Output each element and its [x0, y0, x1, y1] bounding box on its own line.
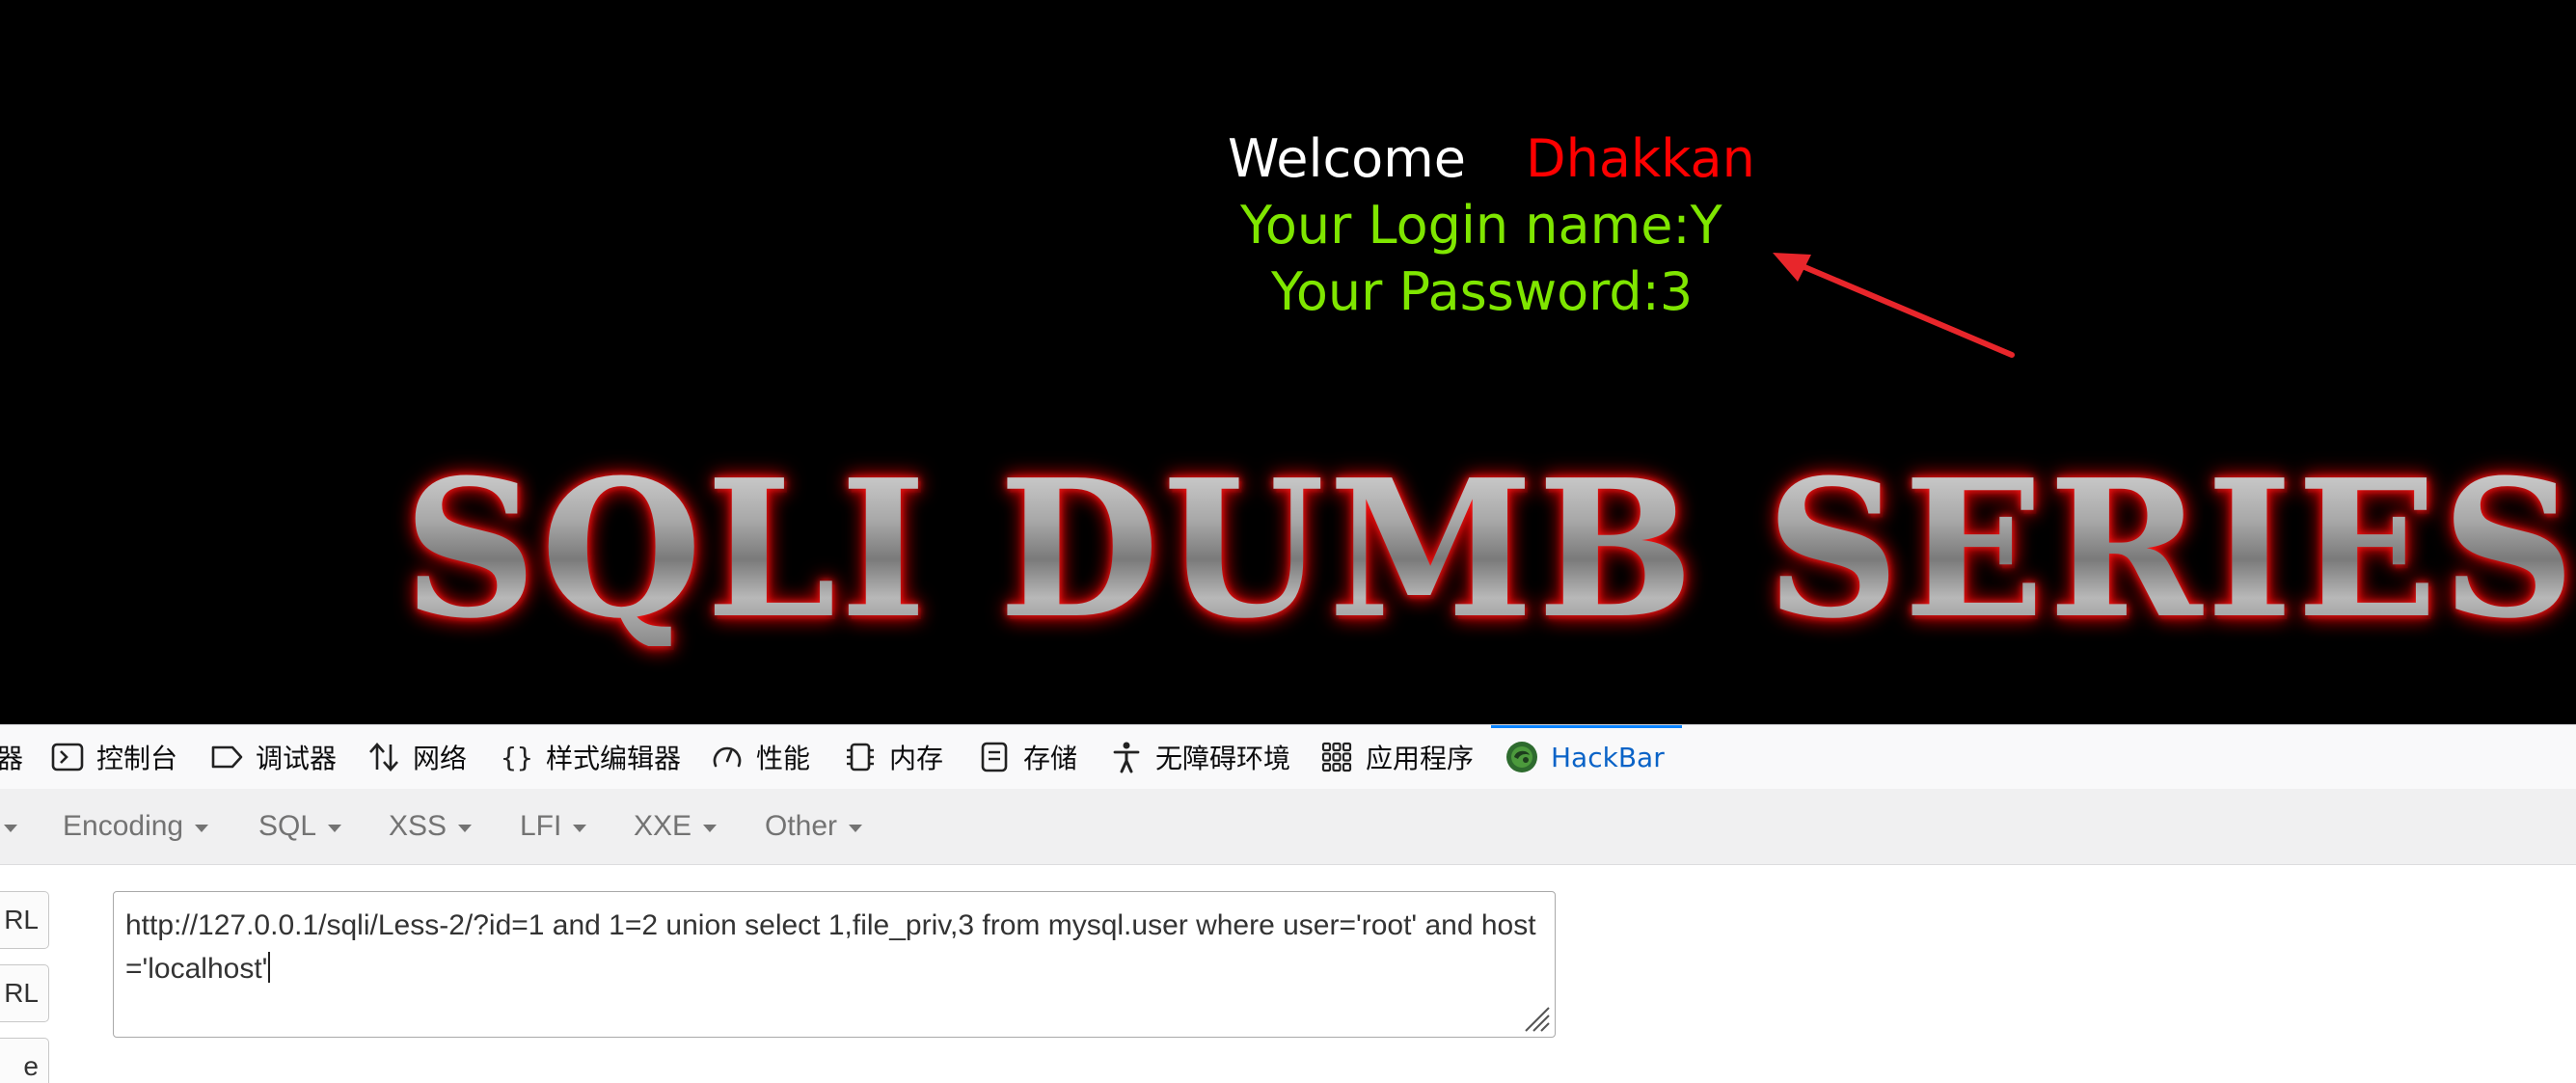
- application-icon: [1319, 740, 1354, 774]
- chevron-down-icon: [458, 825, 473, 832]
- welcome-username: Dhakkan: [1526, 128, 1755, 189]
- menu-other[interactable]: Other: [765, 789, 863, 864]
- tab-hackbar[interactable]: HackBar: [1491, 725, 1682, 789]
- tab-label: HackBar: [1551, 741, 1665, 773]
- sqli-banner: SQLI DUMB SERIES-2: [403, 453, 2576, 646]
- storage-icon: [977, 740, 1012, 774]
- devtools-panel: 器 控制台 调试器 网络 {} 样式编辑器 性能 内存 存储 无障碍环境 应用程…: [0, 724, 2576, 1083]
- tab-label: 控制台: [96, 743, 178, 774]
- menu-xxe[interactable]: XXE: [634, 789, 718, 864]
- password-text: Your Password:3: [1271, 261, 1694, 322]
- tab-network[interactable]: 网络: [366, 725, 467, 789]
- menu-dropdown-partial[interactable]: [0, 789, 17, 864]
- style-editor-icon: {}: [500, 740, 534, 774]
- tab-label: 性能: [756, 743, 811, 774]
- chevron-down-icon: [4, 825, 17, 832]
- tab-application[interactable]: 应用程序: [1319, 725, 1474, 789]
- annotation-arrow-icon: [1773, 253, 2015, 358]
- memory-icon: [843, 740, 878, 774]
- chevron-down-icon: [573, 825, 587, 832]
- menu-label: XXE: [634, 810, 692, 842]
- menu-label: LFI: [520, 810, 562, 842]
- tab-inspector[interactable]: 器: [0, 725, 23, 789]
- menu-label: Other: [765, 810, 838, 842]
- split-url-button[interactable]: RL: [0, 964, 49, 1022]
- tab-label: 调试器: [256, 743, 338, 774]
- hackbar-icon: [1505, 740, 1539, 774]
- tab-storage[interactable]: 存储: [977, 725, 1077, 789]
- tab-label: 应用程序: [1366, 743, 1475, 774]
- chevron-down-icon: [849, 825, 863, 832]
- chevron-down-icon: [195, 825, 209, 832]
- debugger-icon: [209, 740, 244, 774]
- execute-button[interactable]: e: [0, 1038, 49, 1083]
- browser-window: Welcome Dhakkan Your Login name:Y Your Pa…: [0, 0, 2576, 1083]
- tab-console[interactable]: 控制台: [50, 725, 177, 789]
- tab-style-editor[interactable]: {} 样式编辑器: [500, 725, 681, 789]
- tab-label: 无障碍环境: [1155, 743, 1291, 774]
- devtools-tabbar: 器 控制台 调试器 网络 {} 样式编辑器 性能 内存 存储 无障碍环境 应用程…: [0, 725, 2576, 790]
- login-name-text: Your Login name:Y: [1240, 195, 1722, 256]
- tab-debugger[interactable]: 调试器: [209, 725, 337, 789]
- page-viewport: Welcome Dhakkan Your Login name:Y Your Pa…: [0, 0, 2576, 724]
- chevron-down-icon: [703, 825, 718, 832]
- menu-lfi[interactable]: LFI: [520, 789, 587, 864]
- svg-text:{}: {}: [501, 742, 533, 773]
- tab-memory[interactable]: 内存: [843, 725, 943, 789]
- performance-icon: [710, 740, 745, 774]
- menu-label: Encoding: [63, 810, 184, 842]
- url-text: http://127.0.0.1/sqli/Less-2/?id=1 and 1…: [125, 909, 1536, 985]
- accessibility-icon: [1109, 740, 1144, 774]
- chevron-down-icon: [328, 825, 342, 832]
- tab-label: 存储: [1023, 743, 1078, 774]
- text-cursor: [268, 952, 271, 983]
- welcome-line: Welcome Dhakkan: [1228, 125, 1755, 193]
- tab-label: 内存: [889, 743, 944, 774]
- menu-encoding[interactable]: Encoding: [63, 789, 209, 864]
- tab-label: 器: [0, 743, 24, 774]
- menu-label: SQL: [258, 810, 317, 842]
- hackbar-menubar: Encoding SQL XSS LFI XXE Other: [0, 789, 2576, 865]
- url-textarea[interactable]: http://127.0.0.1/sqli/Less-2/?id=1 and 1…: [113, 891, 1556, 1038]
- console-icon: [50, 740, 85, 774]
- tab-label: 样式编辑器: [546, 743, 682, 774]
- network-icon: [366, 740, 401, 774]
- hackbar-body: RL RL e http://127.0.0.1/sqli/Less-2/?id…: [0, 865, 2576, 1083]
- menu-xss[interactable]: XSS: [389, 789, 473, 864]
- menu-label: XSS: [389, 810, 447, 842]
- load-url-button[interactable]: RL: [0, 891, 49, 949]
- tab-label: 网络: [413, 743, 468, 774]
- resize-handle-icon[interactable]: [1522, 1004, 1551, 1033]
- tab-accessibility[interactable]: 无障碍环境: [1109, 725, 1290, 789]
- tab-performance[interactable]: 性能: [710, 725, 810, 789]
- welcome-text: Welcome: [1228, 128, 1467, 189]
- menu-sql[interactable]: SQL: [258, 789, 342, 864]
